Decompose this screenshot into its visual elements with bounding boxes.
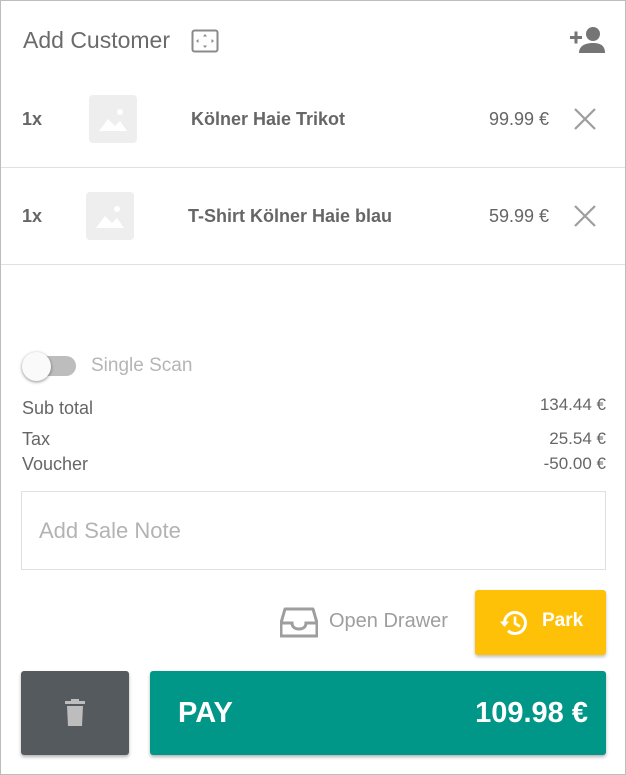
- add-customer-link[interactable]: Add Customer: [23, 27, 170, 54]
- voucher-value: -50.00 €: [543, 454, 606, 473]
- item-price: 99.99 €: [488, 109, 549, 129]
- toggle-knob[interactable]: [22, 352, 51, 381]
- park-button[interactable]: Park: [475, 590, 606, 655]
- trash-icon: [65, 699, 85, 726]
- pay-total: 109.98 €: [475, 697, 588, 729]
- park-label: Park: [542, 610, 584, 631]
- cart-item[interactable]: 1x T-Shirt Kölner Haie blau 59.99 €: [1, 168, 625, 265]
- item-price: 59.99 €: [488, 206, 549, 226]
- history-icon: [500, 611, 527, 635]
- image-placeholder-icon: [86, 192, 134, 240]
- item-quantity[interactable]: 1x: [22, 206, 42, 227]
- tax-label: Tax: [22, 429, 51, 449]
- single-scan-toggle[interactable]: [22, 352, 78, 381]
- inbox-tray-icon[interactable]: [280, 607, 318, 638]
- tax-value: 25.54 €: [549, 429, 606, 448]
- expand-icon[interactable]: [191, 29, 219, 53]
- customer-header: Add Customer: [1, 1, 625, 79]
- item-name: Kölner Haie Trikot: [191, 109, 346, 129]
- close-icon[interactable]: [572, 106, 598, 132]
- subtotal-label: Sub total: [22, 398, 94, 418]
- pay-button[interactable]: PAY 109.98 €: [150, 671, 606, 755]
- open-drawer-button[interactable]: Open Drawer: [329, 610, 448, 633]
- pay-label: PAY: [178, 697, 233, 729]
- person-add-icon[interactable]: [569, 25, 605, 55]
- checkout-panel: Add Customer 1x Kölner Haie Trikot 99.99…: [0, 0, 626, 775]
- cart-item[interactable]: 1x Kölner Haie Trikot 99.99 €: [1, 71, 625, 168]
- voucher-label: Voucher: [22, 454, 89, 474]
- close-icon[interactable]: [572, 203, 598, 229]
- delete-sale-button[interactable]: [21, 671, 129, 755]
- sale-note-placeholder: Add Sale Note: [39, 518, 181, 543]
- sale-note-field[interactable]: Add Sale Note: [21, 491, 606, 570]
- item-name: T-Shirt Kölner Haie blau: [188, 206, 393, 226]
- image-placeholder-icon: [89, 95, 137, 143]
- single-scan-label: Single Scan: [91, 355, 193, 376]
- subtotal-value: 134.44 €: [539, 395, 606, 414]
- item-quantity[interactable]: 1x: [22, 109, 42, 130]
